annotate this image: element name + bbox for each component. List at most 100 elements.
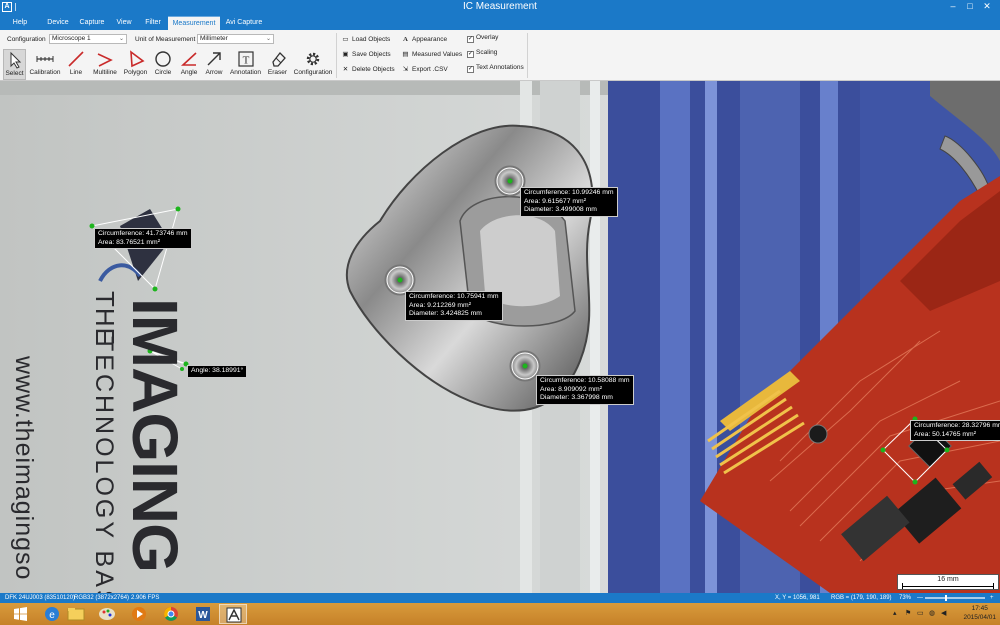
calibration-ruler-icon <box>36 56 54 62</box>
polygon-icon <box>129 50 145 68</box>
close-button[interactable]: ✕ <box>981 0 993 14</box>
polygon-area: Area: 83.76521 mm² <box>98 238 160 246</box>
zoom-slider[interactable] <box>925 597 985 599</box>
angle-icon <box>180 52 197 66</box>
circle-bottom-measurement-label[interactable]: Circumference: 10.58088 mm Area: 8.90909… <box>536 375 634 405</box>
configuration-tool-button[interactable]: Configuration <box>293 49 333 80</box>
taskbar-chrome[interactable] <box>157 604 185 624</box>
status-rgb: RGB = (179, 190, 189) <box>831 595 892 601</box>
scale-bar-tick <box>993 583 994 589</box>
polygon-tool-button[interactable]: Polygon <box>122 49 149 80</box>
load-objects-button[interactable]: ▭ Load Objects <box>341 35 390 45</box>
annotation-tool-label: Annotation <box>229 69 262 76</box>
tab-device[interactable]: Device <box>44 16 72 30</box>
ic-measurement-app-icon <box>226 607 242 623</box>
calibration-tool-button[interactable]: Calibration <box>29 49 61 80</box>
tab-capture[interactable]: Capture <box>78 16 106 30</box>
angle-tool-button[interactable]: Angle <box>177 49 201 80</box>
text-annotations-checkbox[interactable]: ✓ Text Annotations <box>467 63 524 73</box>
text-box-icon: T <box>237 51 254 67</box>
configuration-value: Microscope 1 <box>52 35 91 42</box>
window-title: IC Measurement <box>463 1 537 12</box>
gear-icon <box>306 52 320 66</box>
save-objects-label: Save Objects <box>352 51 391 58</box>
export-csv-label: Export .CSV <box>412 66 448 73</box>
polygon-measurement-label[interactable]: Circumference: 41.73746 mm Area: 83.7652… <box>94 228 192 249</box>
annotation-tool-button[interactable]: T Annotation <box>229 49 262 80</box>
title-bar: A IC Measurement – □ ✕ <box>0 0 1000 14</box>
taskbar-explorer[interactable] <box>62 604 90 624</box>
zoom-out-button[interactable]: — <box>917 593 923 603</box>
floppy-disk-icon: ▣ <box>342 51 349 58</box>
tab-help[interactable]: Help <box>6 16 34 30</box>
zoom-in-button[interactable]: + <box>990 593 994 603</box>
measured-values-button[interactable]: ▤ Measured Values <box>401 50 462 60</box>
maximize-button[interactable]: □ <box>964 0 976 14</box>
tab-measurement[interactable]: Measurement <box>168 16 220 30</box>
calibration-tool-label: Calibration <box>29 69 61 76</box>
configuration-select[interactable]: Microscope 1 ⌄ <box>49 34 127 44</box>
flag-icon[interactable]: ⚑ <box>905 609 911 617</box>
taskbar-word[interactable]: W <box>189 604 217 624</box>
circle-tool-button[interactable]: Circle <box>151 49 175 80</box>
line-tool-button[interactable]: Line <box>64 49 88 80</box>
delete-objects-button[interactable]: ✕ Delete Objects <box>341 65 395 75</box>
battery-icon[interactable]: ▭ <box>917 609 924 617</box>
select-tool-button[interactable]: Select <box>3 49 26 80</box>
volume-icon[interactable]: ◀ <box>941 609 946 617</box>
menu-bar: Help Device Capture View Filter Measurem… <box>0 14 1000 30</box>
status-coordinates: X, Y = 1056, 981 <box>775 595 820 601</box>
tab-avi-capture[interactable]: Avi Capture <box>223 16 265 30</box>
check-icon: ✓ <box>467 51 474 58</box>
multiline-tool-button[interactable]: Multiline <box>90 49 120 80</box>
x-delete-icon: ✕ <box>342 66 349 73</box>
folder-icon <box>67 608 85 621</box>
circle-bottom-diameter: Diameter: 3.367998 mm <box>540 394 613 401</box>
chevron-down-icon: ⌄ <box>118 36 124 42</box>
tab-view[interactable]: View <box>113 16 135 30</box>
save-objects-button[interactable]: ▣ Save Objects <box>341 50 391 60</box>
taskbar-paint[interactable] <box>93 604 121 624</box>
angle-measurement-label[interactable]: Angle: 38.18991° <box>187 365 248 378</box>
circle-icon <box>155 51 171 67</box>
scaling-checkbox[interactable]: ✓ Scaling <box>467 48 497 58</box>
eraser-tool-button[interactable]: Eraser <box>265 49 290 80</box>
text-annotations-label: Text Annotations <box>476 64 524 71</box>
appearance-label: Appearance <box>412 36 448 43</box>
export-csv-button[interactable]: ⇲ Export .CSV <box>401 65 448 75</box>
clock-time: 17:45 <box>971 605 988 612</box>
zoom-slider-handle[interactable] <box>945 595 947 601</box>
svg-text:e: e <box>49 610 55 621</box>
tab-filter[interactable]: Filter <box>140 16 166 30</box>
taskbar-media[interactable] <box>125 604 153 624</box>
scale-bar-label: 16 mm <box>937 576 959 583</box>
image-canvas[interactable]: THE IMAGING TECHNOLOGY BAS www.theimagin… <box>0 81 1000 593</box>
export-icon: ⇲ <box>402 66 409 73</box>
start-button[interactable] <box>6 604 34 624</box>
polygon-tool-label: Polygon <box>123 69 148 76</box>
arrow-icon <box>207 52 221 66</box>
square-measurement-label[interactable]: Circumference: 28.32796 mm Area: 50.1476… <box>910 420 1000 441</box>
minimize-button[interactable]: – <box>947 0 959 14</box>
network-icon[interactable]: ◍ <box>929 609 935 617</box>
circle-mid-measurement-label[interactable]: Circumference: 10.75941 mm Area: 9.21226… <box>405 291 503 321</box>
folder-open-icon: ▭ <box>342 36 349 43</box>
taskbar-ic-measurement[interactable] <box>219 604 247 624</box>
arrow-tool-label: Arrow <box>205 69 223 76</box>
overlay-label: Overlay <box>476 34 499 41</box>
unit-label: Unit of Measurement <box>135 36 196 43</box>
overlay-checkbox[interactable]: ✓ Overlay <box>467 33 498 43</box>
status-bar: DFK 24UJ003 (83510120) RGB32 (3872x2764)… <box>0 593 1000 603</box>
configuration-label: Configuration <box>7 36 46 43</box>
tray-chevron-icon[interactable]: ▴ <box>893 609 897 617</box>
check-icon: ✓ <box>467 36 474 43</box>
chevron-down-icon: ⌄ <box>265 36 271 42</box>
circle-top-measurement-label[interactable]: Circumference: 10.99246 mm Area: 9.61567… <box>520 187 618 217</box>
appearance-button[interactable]: A Appearance <box>401 35 447 45</box>
status-format: RGB32 (3872x2764) <box>74 595 130 601</box>
arrow-tool-button[interactable]: Arrow <box>203 49 225 80</box>
ribbon-divider <box>336 33 337 78</box>
table-icon: ▤ <box>402 51 409 58</box>
system-clock[interactable]: 17:45 2015/04/01 <box>963 605 996 622</box>
unit-select[interactable]: Millimeter ⌄ <box>197 34 274 44</box>
